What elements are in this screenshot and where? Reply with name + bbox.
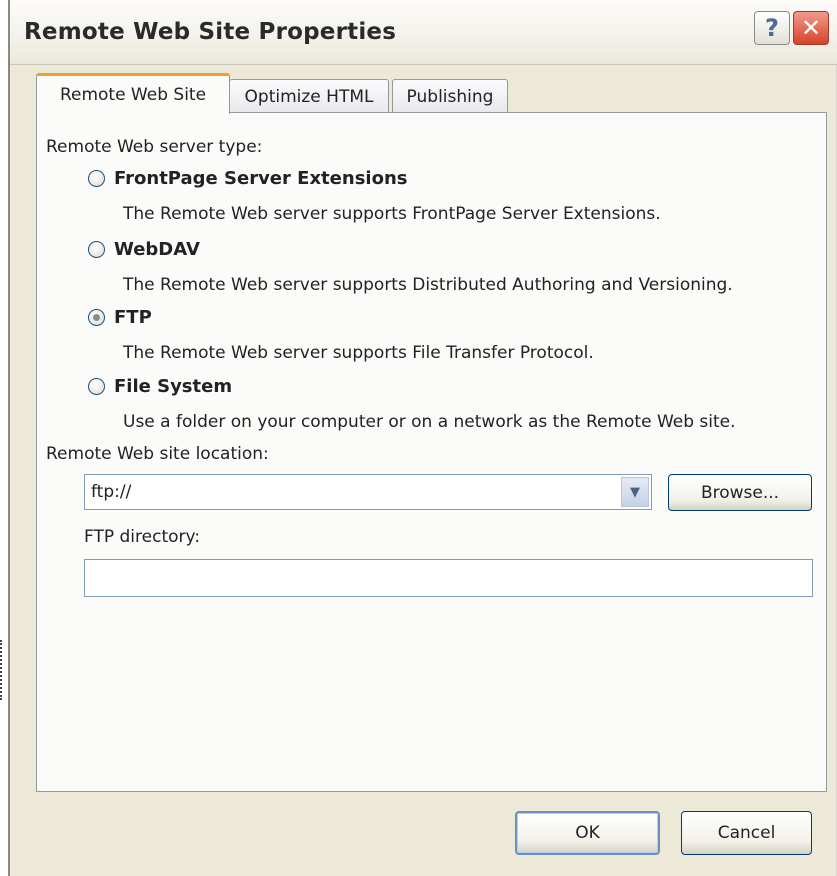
ftp-directory-input[interactable] bbox=[84, 559, 813, 597]
browse-button[interactable]: Browse... bbox=[668, 474, 812, 511]
option-description-frontpage: The Remote Web server supports FrontPage… bbox=[123, 204, 661, 224]
cancel-button[interactable]: Cancel bbox=[681, 811, 812, 855]
tab-label: Optimize HTML bbox=[244, 86, 374, 107]
close-button[interactable]: ✕ bbox=[793, 11, 829, 45]
option-label-ftp[interactable]: FTP bbox=[114, 307, 152, 328]
radio-ftp[interactable] bbox=[88, 309, 105, 326]
title-bar[interactable]: Remote Web Site Properties ? ✕ bbox=[10, 0, 837, 65]
ok-button-label: OK bbox=[575, 823, 600, 843]
ok-button[interactable]: OK bbox=[515, 811, 660, 855]
tab-publishing[interactable]: Publishing bbox=[392, 79, 508, 113]
radio-file-system[interactable] bbox=[88, 378, 105, 395]
location-combobox[interactable]: ftp:// ▼ bbox=[84, 474, 652, 510]
ftp-directory-label: FTP directory: bbox=[84, 527, 201, 547]
properties-dialog: Remote Web Site Properties ? ✕ Remote We… bbox=[8, 0, 837, 876]
server-type-label: Remote Web server type: bbox=[46, 137, 263, 157]
radio-frontpage-server-extensions[interactable] bbox=[88, 170, 105, 187]
chevron-down-icon: ▼ bbox=[630, 484, 640, 500]
option-label-webdav[interactable]: WebDAV bbox=[114, 239, 200, 260]
tab-label: Publishing bbox=[406, 86, 494, 107]
close-icon: ✕ bbox=[800, 14, 822, 42]
radio-webdav[interactable] bbox=[88, 241, 105, 258]
option-description-webdav: The Remote Web server supports Distribut… bbox=[123, 275, 733, 295]
tab-panel-remote-web-site: Remote Web server type: FrontPage Server… bbox=[36, 112, 827, 792]
option-description-ftp: The Remote Web server supports File Tran… bbox=[123, 343, 594, 363]
location-value: ftp:// bbox=[91, 482, 132, 502]
tab-optimize-html[interactable]: Optimize HTML bbox=[229, 79, 389, 113]
dialog-title: Remote Web Site Properties bbox=[24, 19, 397, 45]
question-mark-icon: ? bbox=[765, 14, 779, 42]
window-edge-marks bbox=[0, 640, 5, 700]
location-dropdown-button[interactable]: ▼ bbox=[621, 477, 649, 507]
location-label: Remote Web site location: bbox=[46, 444, 269, 464]
tab-remote-web-site[interactable]: Remote Web Site bbox=[36, 73, 230, 114]
browse-button-label: Browse... bbox=[700, 482, 780, 503]
help-button[interactable]: ? bbox=[754, 11, 790, 45]
option-label-frontpage[interactable]: FrontPage Server Extensions bbox=[114, 168, 407, 189]
option-label-file-system[interactable]: File System bbox=[114, 376, 232, 397]
radio-selected-dot bbox=[93, 314, 100, 321]
tab-label: Remote Web Site bbox=[59, 85, 207, 105]
cancel-button-label: Cancel bbox=[717, 823, 776, 843]
option-description-file-system: Use a folder on your computer or on a ne… bbox=[123, 412, 736, 432]
